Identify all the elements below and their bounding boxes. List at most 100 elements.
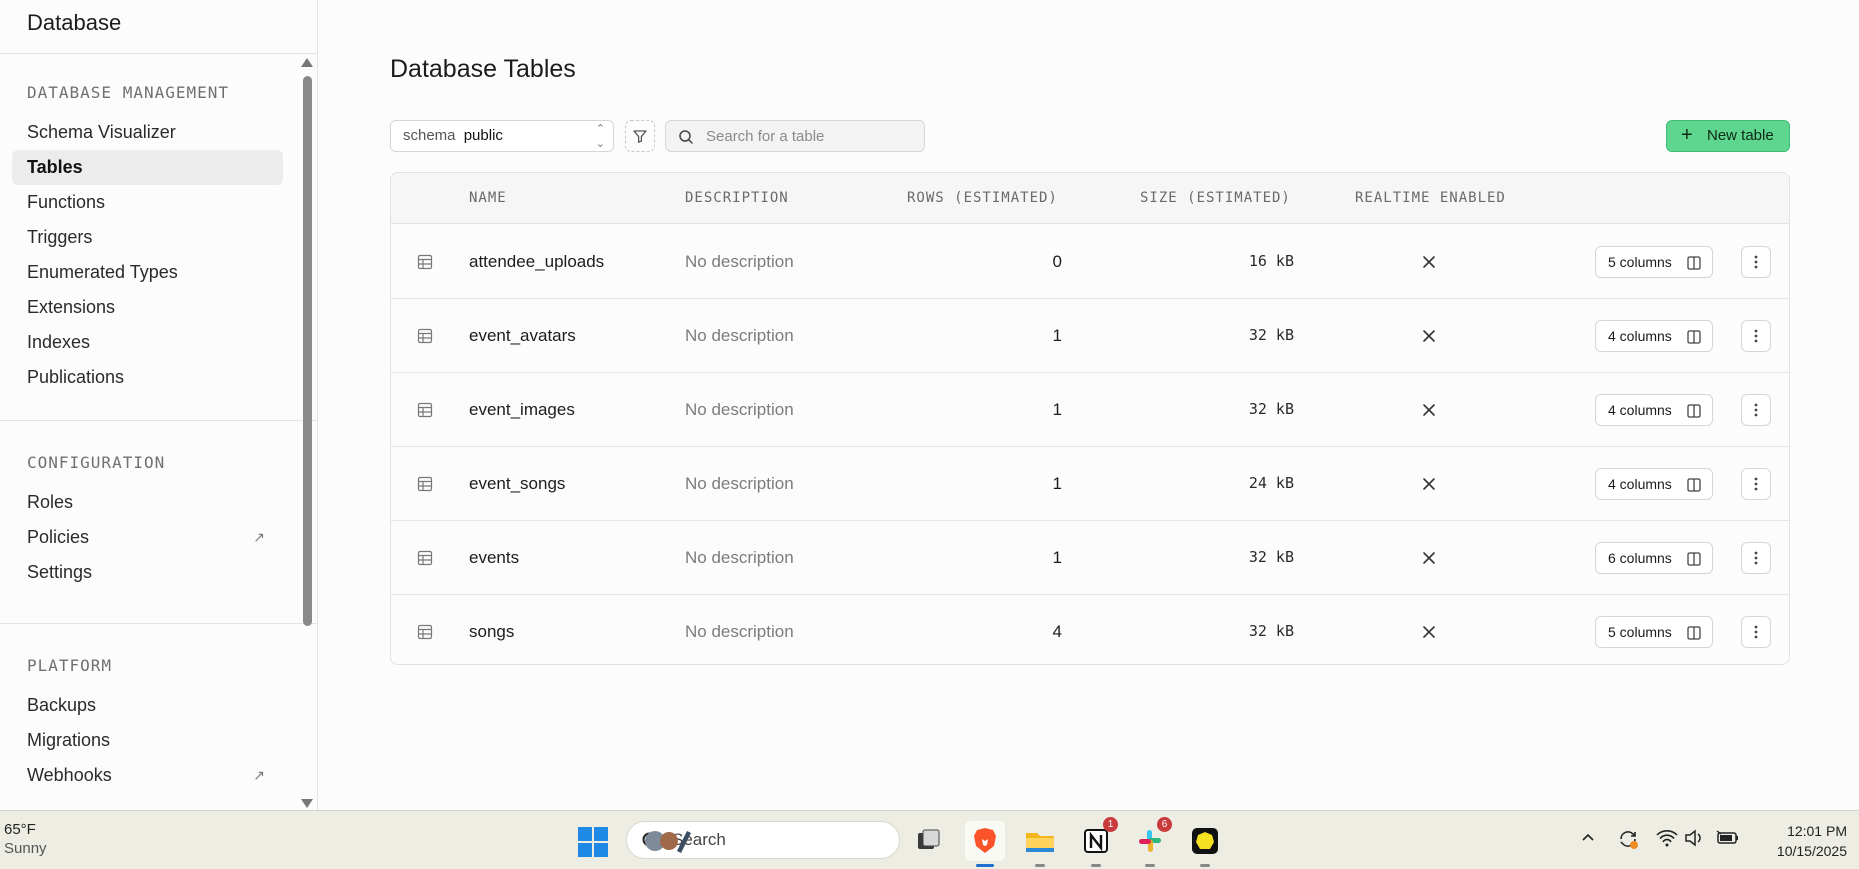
- table-name[interactable]: event_images: [469, 373, 575, 446]
- table-size: 32 kB: [1248, 622, 1294, 640]
- table-name[interactable]: songs: [469, 595, 514, 664]
- columns-button[interactable]: 4 columns: [1595, 468, 1713, 500]
- sidebar-item-migrations[interactable]: Migrations: [12, 723, 283, 758]
- sync-icon[interactable]: [1616, 827, 1640, 855]
- table-name[interactable]: attendee_uploads: [469, 225, 604, 298]
- volume-icon[interactable]: [1684, 829, 1704, 851]
- sidebar-item-extensions[interactable]: Extensions: [12, 290, 283, 325]
- sidebar-item-enumerated-types[interactable]: Enumerated Types: [12, 255, 283, 290]
- weather-widget[interactable]: 65°F Sunny: [4, 820, 47, 858]
- file-explorer-icon: [1026, 833, 1054, 852]
- sidebar-item-policies[interactable]: Policies ↗: [12, 520, 283, 555]
- realtime-disabled-icon: [1421, 299, 1437, 372]
- clock-time: 12:01 PM: [1787, 823, 1847, 839]
- table-description: No description: [685, 400, 794, 419]
- table-description: No description: [685, 326, 794, 345]
- table-name[interactable]: events: [469, 521, 519, 594]
- column-header-realtime: REALTIME ENABLED: [1355, 190, 1506, 206]
- more-vertical-icon: [1754, 329, 1758, 343]
- schema-select[interactable]: schema public ⌃ ⌄: [390, 120, 614, 152]
- table-row[interactable]: event_images No description 1 32 kB 4 co…: [391, 373, 1789, 447]
- system-clock[interactable]: 12:01 PM 10/15/2025: [1777, 821, 1847, 861]
- columns-button[interactable]: 5 columns: [1595, 616, 1713, 648]
- table-description: No description: [685, 548, 794, 567]
- taskbar-app-yellow[interactable]: [1185, 821, 1225, 867]
- sidebar-item-schema-visualizer[interactable]: Schema Visualizer: [12, 115, 283, 150]
- table-size: 32 kB: [1248, 400, 1294, 418]
- more-options-button[interactable]: [1741, 246, 1771, 278]
- scroll-down-arrow-icon[interactable]: [301, 799, 313, 808]
- sidebar-item-roles[interactable]: Roles: [12, 485, 283, 520]
- more-vertical-icon: [1754, 255, 1758, 269]
- table-row[interactable]: events No description 1 32 kB 6 columns: [391, 521, 1789, 595]
- realtime-disabled-icon: [1421, 373, 1437, 446]
- wifi-icon[interactable]: [1656, 829, 1678, 851]
- table-description: No description: [685, 622, 794, 641]
- new-table-button[interactable]: + New table: [1666, 120, 1790, 152]
- external-link-icon: ↗: [253, 529, 265, 545]
- table-name[interactable]: event_avatars: [469, 299, 576, 372]
- table-search-input[interactable]: [706, 121, 916, 151]
- table-size: 32 kB: [1248, 326, 1294, 344]
- search-highlight-icon: [645, 831, 691, 853]
- columns-button[interactable]: 4 columns: [1595, 320, 1713, 352]
- more-options-button[interactable]: [1741, 468, 1771, 500]
- sidebar-item-tables[interactable]: Tables: [12, 150, 283, 185]
- columns-icon: [1687, 404, 1701, 418]
- columns-label: 4 columns: [1608, 476, 1672, 492]
- taskbar-app-notion[interactable]: 1: [1076, 817, 1118, 867]
- table-search[interactable]: [665, 120, 925, 152]
- more-options-button[interactable]: [1741, 320, 1771, 352]
- columns-label: 5 columns: [1608, 254, 1672, 270]
- taskbar-app-file-explorer[interactable]: [1020, 821, 1060, 867]
- main-content: Database Tables schema public ⌃⌄ + New t…: [319, 0, 1859, 810]
- columns-button[interactable]: 6 columns: [1595, 542, 1713, 574]
- more-options-button[interactable]: [1741, 616, 1771, 648]
- table-row[interactable]: event_songs No description 1 24 kB 4 col…: [391, 447, 1789, 521]
- columns-icon: [1687, 256, 1701, 270]
- running-app-indicator: [1200, 864, 1210, 867]
- column-header-name: NAME: [469, 190, 507, 206]
- taskbar-search[interactable]: Search: [626, 821, 900, 859]
- sidebar-item-webhooks[interactable]: Webhooks ↗: [12, 758, 283, 793]
- sidebar-item-publications[interactable]: Publications: [12, 360, 283, 395]
- table-row[interactable]: event_avatars No description 1 32 kB 4 c…: [391, 299, 1789, 373]
- columns-button[interactable]: 5 columns: [1595, 246, 1713, 278]
- battery-icon[interactable]: [1716, 829, 1740, 851]
- more-vertical-icon: [1754, 477, 1758, 491]
- table-row[interactable]: songs No description 4 32 kB 5 columns: [391, 595, 1789, 664]
- filter-button[interactable]: [625, 120, 655, 152]
- columns-label: 6 columns: [1608, 550, 1672, 566]
- table-icon: [417, 373, 433, 446]
- columns-icon: [1687, 552, 1701, 566]
- taskbar-app-slack[interactable]: 6: [1130, 817, 1172, 867]
- sidebar-item-backups[interactable]: Backups: [12, 688, 283, 723]
- columns-label: 5 columns: [1608, 624, 1672, 640]
- more-options-button[interactable]: [1741, 394, 1771, 426]
- sidebar-item-indexes[interactable]: Indexes: [12, 325, 283, 360]
- windows-start-icon: [578, 827, 608, 857]
- table-row[interactable]: attendee_uploads No description 0 16 kB …: [391, 225, 1789, 299]
- scroll-up-arrow-icon[interactable]: [301, 58, 313, 67]
- external-link-icon: ↗: [253, 767, 265, 783]
- taskbar-app-brave[interactable]: [965, 821, 1005, 867]
- filter-icon: [633, 130, 647, 143]
- running-app-indicator: [1091, 864, 1101, 867]
- show-hidden-icons-chevron-icon[interactable]: [1580, 829, 1596, 849]
- columns-label: 4 columns: [1608, 328, 1672, 344]
- toolbar: schema public ⌃⌄ + New table: [390, 120, 1790, 152]
- taskbar-app-task-view[interactable]: [908, 821, 948, 861]
- page-title: Database Tables: [390, 55, 576, 83]
- taskbar: 65°F Sunny Search 1 6 12:01 PM 10/15/202…: [0, 810, 1859, 869]
- sidebar-item-settings[interactable]: Settings: [12, 555, 283, 590]
- start-button[interactable]: [578, 827, 608, 862]
- sidebar-scrollbar[interactable]: [301, 58, 313, 808]
- columns-button[interactable]: 4 columns: [1595, 394, 1713, 426]
- table-name[interactable]: event_songs: [469, 447, 565, 520]
- more-options-button[interactable]: [1741, 542, 1771, 574]
- table-rows-count: 1: [1052, 474, 1062, 493]
- sidebar-item-functions[interactable]: Functions: [12, 185, 283, 220]
- sidebar-section-database-management: DATABASE MANAGEMENT Schema Visualizer Ta…: [0, 54, 317, 395]
- sidebar-item-triggers[interactable]: Triggers: [12, 220, 283, 255]
- scrollbar-thumb[interactable]: [303, 76, 312, 626]
